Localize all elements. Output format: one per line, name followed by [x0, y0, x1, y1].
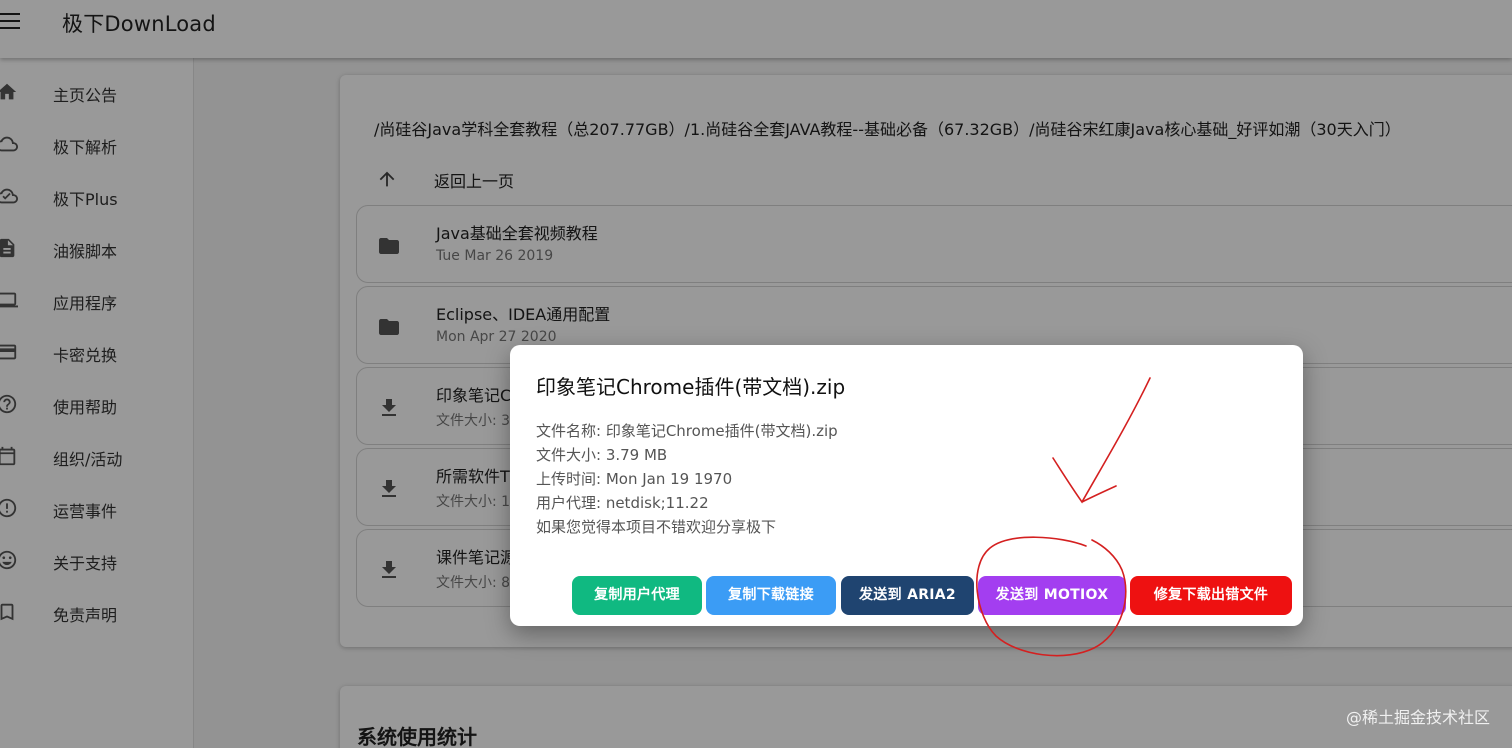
watermark: @稀土掘金技术社区: [1345, 708, 1490, 727]
share-note-line: 如果您觉得本项目不错欢迎分享极下: [536, 518, 777, 536]
upload-time-line: 上传时间: Mon Jan 19 1970: [536, 470, 733, 488]
dialog-details: 文件名称: 印象笔记Chrome插件(带文档).zip 文件大小: 3.79 M…: [536, 419, 838, 539]
send-to-aria2-button[interactable]: 发送到 ARIA2: [841, 576, 974, 615]
file-size-line: 文件大小: 3.79 MB: [536, 446, 668, 464]
file-info-dialog: 印象笔记Chrome插件(带文档).zip 文件名称: 印象笔记Chrome插件…: [510, 345, 1303, 626]
dialog-title: 印象笔记Chrome插件(带文档).zip: [536, 375, 846, 399]
user-agent-line: 用户代理: netdisk;11.22: [536, 494, 709, 512]
copy-download-link-button[interactable]: 复制下载链接: [706, 576, 836, 615]
copy-user-agent-button[interactable]: 复制用户代理: [572, 576, 702, 615]
send-to-motiox-button[interactable]: 发送到 MOTIOX: [978, 576, 1126, 615]
fix-download-error-button[interactable]: 修复下载出错文件: [1130, 576, 1292, 615]
file-name-line: 文件名称: 印象笔记Chrome插件(带文档).zip: [536, 422, 838, 440]
